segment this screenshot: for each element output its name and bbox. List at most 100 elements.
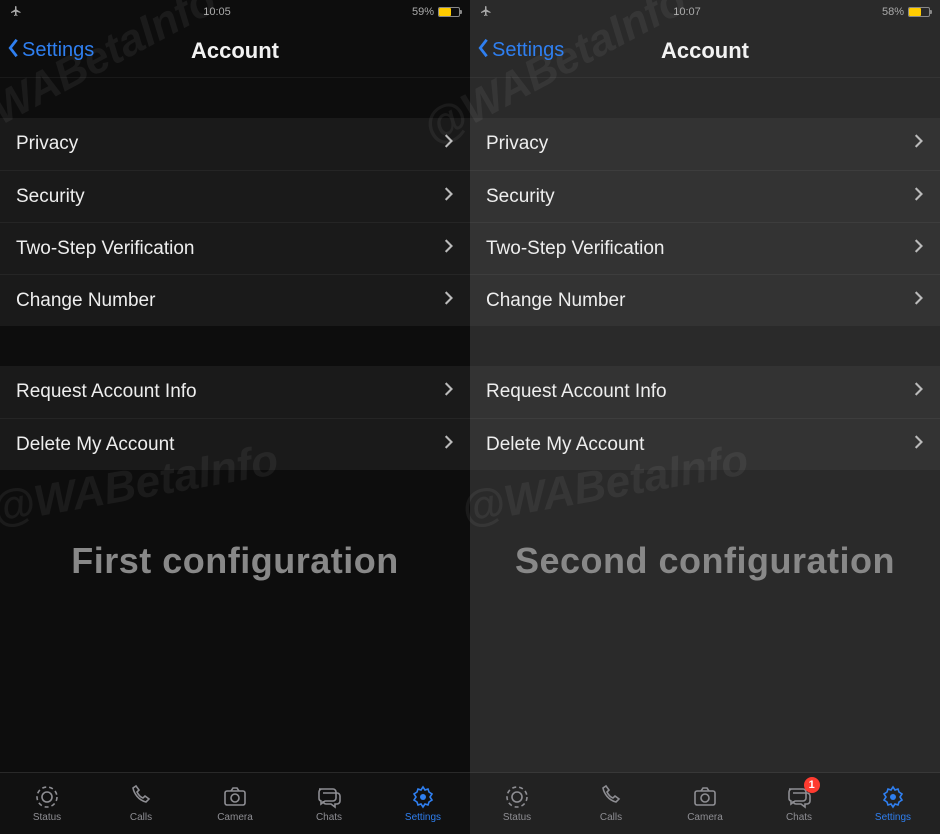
settings-group: Privacy Security Two-Step Verification C… (470, 118, 940, 326)
camera-icon (222, 784, 248, 810)
status-icon (504, 784, 530, 810)
tab-label: Chats (316, 812, 342, 823)
row-privacy[interactable]: Privacy (470, 118, 940, 170)
chevron-right-icon (444, 238, 454, 260)
status-time: 10:05 (203, 6, 231, 18)
chevron-right-icon (914, 133, 924, 155)
tab-bar: Status Calls Camera Chats Settings (0, 772, 470, 834)
settings-group: Request Account Info Delete My Account (470, 366, 940, 470)
tab-label: Settings (875, 812, 911, 823)
tab-label: Status (503, 812, 531, 823)
row-label: Security (486, 186, 555, 208)
airplane-mode-icon (480, 5, 492, 20)
chevron-right-icon (914, 381, 924, 403)
row-label: Two-Step Verification (486, 238, 664, 260)
chevron-left-icon (6, 37, 20, 65)
status-bar: 10:07 58% (470, 0, 940, 24)
row-request-info[interactable]: Request Account Info (470, 366, 940, 418)
chevron-left-icon (476, 37, 490, 65)
nav-bar: Settings Account (0, 24, 470, 78)
back-label: Settings (492, 39, 564, 62)
badge: 1 (804, 777, 820, 793)
section-spacer (0, 78, 470, 118)
settings-icon (410, 784, 436, 810)
chevron-right-icon (444, 186, 454, 208)
tab-bar: Status Calls Camera 1 Chats Settings (470, 772, 940, 834)
back-button[interactable]: Settings (6, 37, 94, 65)
row-label: Delete My Account (16, 434, 174, 456)
battery-icon (908, 7, 930, 17)
row-privacy[interactable]: Privacy (0, 118, 470, 170)
section-spacer (470, 326, 940, 366)
row-label: Change Number (486, 290, 625, 312)
settings-group: Privacy Security Two-Step Verification C… (0, 118, 470, 326)
chats-icon (316, 784, 342, 810)
airplane-mode-icon (10, 5, 22, 20)
row-delete-account[interactable]: Delete My Account (0, 418, 470, 470)
back-label: Settings (22, 39, 94, 62)
section-spacer (0, 326, 470, 366)
tab-label: Status (33, 812, 61, 823)
nav-bar: Settings Account (470, 24, 940, 78)
chevron-right-icon (444, 290, 454, 312)
tab-camera[interactable]: Camera (188, 773, 282, 834)
status-time: 10:07 (673, 6, 701, 18)
phone-icon (598, 784, 624, 810)
row-label: Security (16, 186, 85, 208)
row-label: Request Account Info (486, 381, 667, 403)
row-label: Change Number (16, 290, 155, 312)
row-change-number[interactable]: Change Number (470, 274, 940, 326)
tab-chats[interactable]: Chats (282, 773, 376, 834)
row-security[interactable]: Security (470, 170, 940, 222)
row-label: Request Account Info (16, 381, 197, 403)
tab-label: Calls (130, 812, 152, 823)
row-label: Privacy (16, 133, 78, 155)
page-title: Account (191, 38, 279, 64)
tab-label: Camera (687, 812, 723, 823)
row-label: Two-Step Verification (16, 238, 194, 260)
chevron-right-icon (914, 434, 924, 456)
chevron-right-icon (914, 238, 924, 260)
tab-status[interactable]: Status (0, 773, 94, 834)
caption-label: First configuration (0, 470, 470, 582)
row-two-step[interactable]: Two-Step Verification (0, 222, 470, 274)
row-request-info[interactable]: Request Account Info (0, 366, 470, 418)
battery-percentage: 59% (412, 6, 434, 18)
tab-label: Chats (786, 812, 812, 823)
tab-calls[interactable]: Calls (564, 773, 658, 834)
chevron-right-icon (444, 381, 454, 403)
row-label: Delete My Account (486, 434, 644, 456)
status-icon (34, 784, 60, 810)
back-button[interactable]: Settings (476, 37, 564, 65)
tab-camera[interactable]: Camera (658, 773, 752, 834)
status-bar: 10:05 59% (0, 0, 470, 24)
tab-label: Settings (405, 812, 441, 823)
battery-percentage: 58% (882, 6, 904, 18)
section-spacer (470, 78, 940, 118)
chevron-right-icon (444, 434, 454, 456)
camera-icon (692, 784, 718, 810)
tab-settings[interactable]: Settings (846, 773, 940, 834)
tab-label: Camera (217, 812, 253, 823)
phone-screen: @WABetaInfo @WABetaInfo 10:05 59% Settin… (0, 0, 470, 834)
chevron-right-icon (914, 290, 924, 312)
tab-settings[interactable]: Settings (376, 773, 470, 834)
chevron-right-icon (914, 186, 924, 208)
row-two-step[interactable]: Two-Step Verification (470, 222, 940, 274)
tab-chats[interactable]: 1 Chats (752, 773, 846, 834)
phone-screen: @WABetaInfo @WABetaInfo 10:07 58% Settin… (470, 0, 940, 834)
row-label: Privacy (486, 133, 548, 155)
tab-calls[interactable]: Calls (94, 773, 188, 834)
phone-icon (128, 784, 154, 810)
row-change-number[interactable]: Change Number (0, 274, 470, 326)
chevron-right-icon (444, 133, 454, 155)
row-security[interactable]: Security (0, 170, 470, 222)
caption-label: Second configuration (470, 470, 940, 582)
page-title: Account (661, 38, 749, 64)
tab-status[interactable]: Status (470, 773, 564, 834)
settings-icon (880, 784, 906, 810)
row-delete-account[interactable]: Delete My Account (470, 418, 940, 470)
battery-icon (438, 7, 460, 17)
tab-label: Calls (600, 812, 622, 823)
settings-group: Request Account Info Delete My Account (0, 366, 470, 470)
